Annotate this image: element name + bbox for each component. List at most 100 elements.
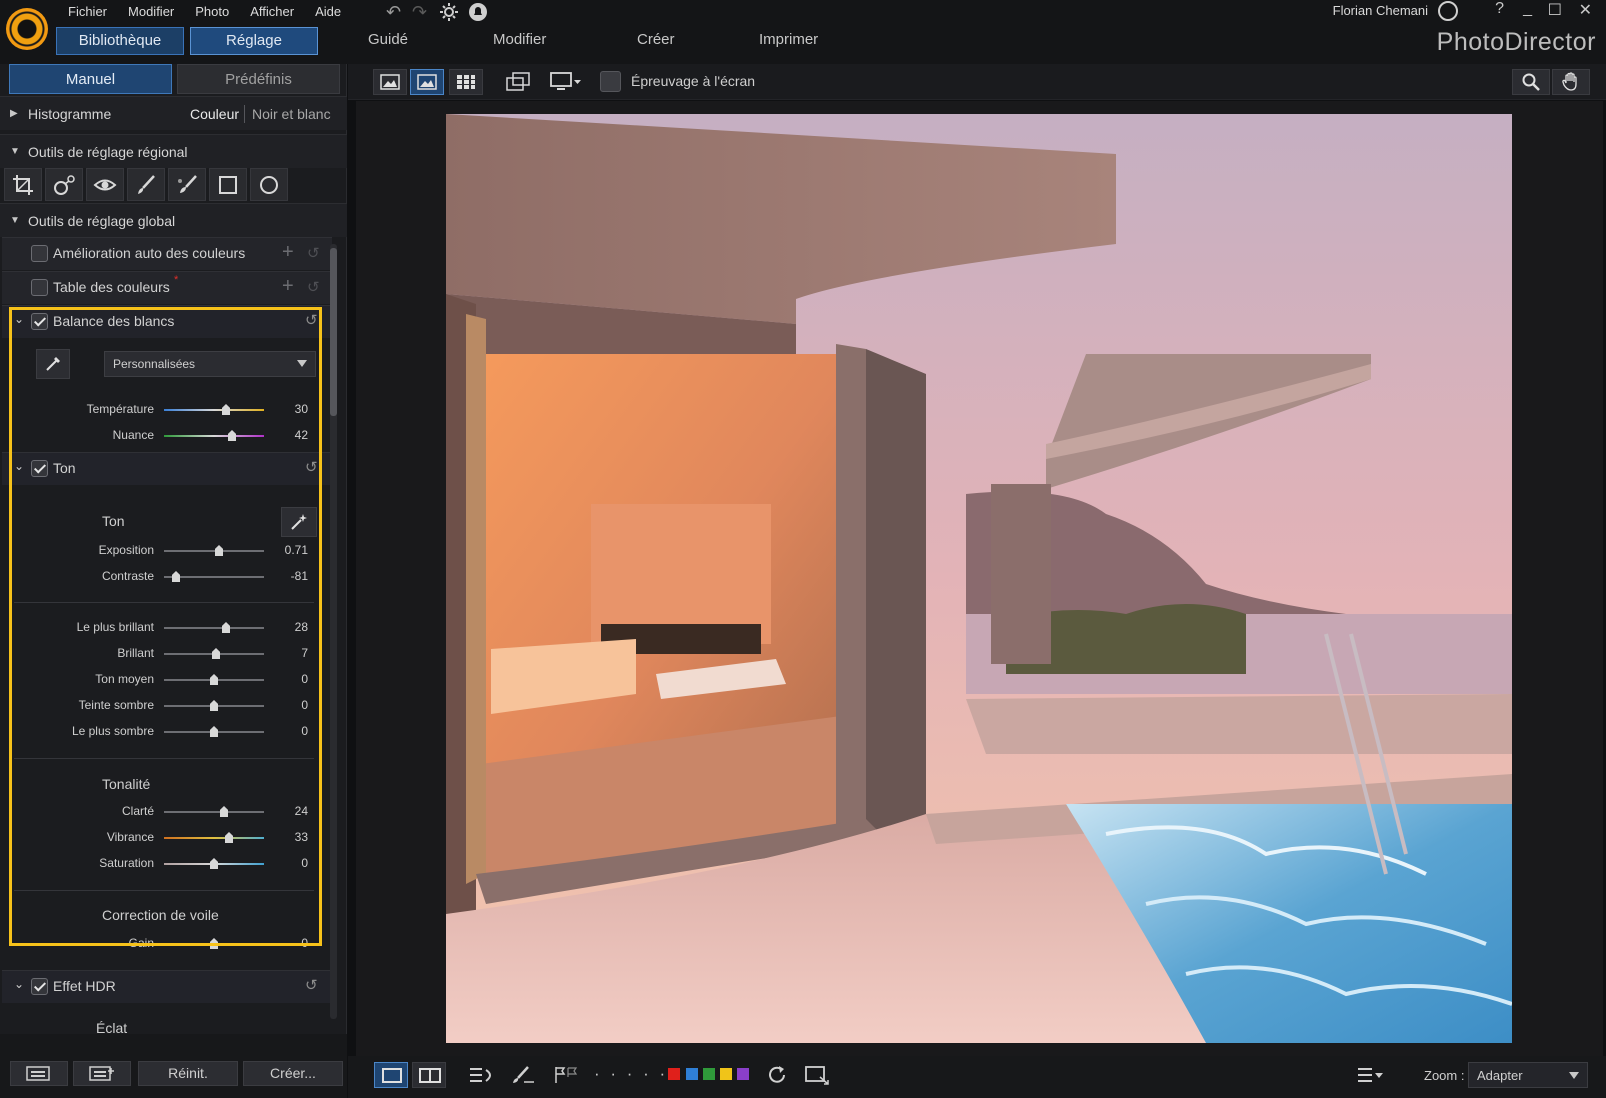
maximize-icon[interactable]: ☐ (1548, 0, 1562, 20)
color-label-red[interactable] (668, 1068, 680, 1080)
user-avatar-icon[interactable] (1438, 1, 1458, 21)
reset-icon[interactable]: ↺ (307, 278, 320, 296)
expand-triangle-icon: ▶ (10, 108, 18, 119)
gradient-brush-tool[interactable] (168, 168, 206, 201)
tab-manual[interactable]: Manuel (9, 64, 172, 94)
copy-settings-button[interactable] (10, 1061, 68, 1086)
global-tools-header[interactable]: ▼ Outils de réglage global (0, 203, 347, 237)
zoom-select[interactable]: Adapter (1468, 1062, 1588, 1088)
chevron-down-icon (1569, 1072, 1579, 1079)
regional-tools-bar (4, 168, 288, 202)
minimize-icon[interactable]: _ (1523, 0, 1532, 18)
eye-icon (93, 179, 117, 190)
regional-tools-header[interactable]: ▼ Outils de réglage régional (0, 134, 347, 168)
collapse-triangle-icon: ▼ (10, 146, 20, 157)
circle-mask-icon (260, 175, 278, 194)
rating-stars[interactable]: · · · · · (594, 1064, 668, 1084)
mode-library-tab[interactable]: Bibliothèque (56, 27, 184, 55)
view-loupe-button[interactable] (410, 69, 444, 95)
fit-screen-icon[interactable] (804, 1064, 830, 1086)
menu-photo[interactable]: Photo (195, 0, 238, 24)
reset-icon[interactable]: ↺ (305, 976, 318, 994)
section-print[interactable]: Imprimer (759, 31, 818, 48)
color-table-label: Table des couleurs (53, 279, 170, 295)
compare-view-icon[interactable] (505, 71, 531, 93)
crop-tool[interactable] (4, 168, 42, 201)
soft-proof-checkbox[interactable] (600, 71, 621, 92)
history-list-icon[interactable] (468, 1064, 496, 1086)
settings-gear-icon[interactable] (440, 3, 458, 21)
photo-canvas[interactable] (446, 114, 1512, 1043)
histogram-header[interactable]: ▶ Histogramme Couleur Noir et blanc (0, 96, 347, 130)
hdr-label: Effet HDR (53, 978, 116, 994)
menu-aide[interactable]: Aide (315, 0, 350, 24)
crop-icon (13, 174, 33, 195)
app-title: PhotoDirector (1436, 28, 1596, 56)
before-after-view-button[interactable] (412, 1062, 446, 1088)
title-bar: Fichier Modifier Photo Afficher Aide ↶ ↷… (0, 0, 1606, 64)
tool-row-auto-color: Amélioration auto des couleurs + ↺ (2, 237, 332, 270)
panel-scroll-thumb[interactable] (330, 248, 337, 416)
sort-menu-icon[interactable] (1356, 1066, 1384, 1084)
color-label-purple[interactable] (737, 1068, 749, 1080)
histogram-color-toggle[interactable]: Couleur (190, 106, 239, 122)
soft-proof-label: Épreuvage à l'écran (631, 73, 756, 89)
view-single-button[interactable] (373, 69, 407, 95)
close-icon[interactable]: ✕ (1579, 0, 1592, 20)
grid-view-icon (457, 75, 475, 89)
zoom-value: Adapter (1477, 1068, 1523, 1083)
red-eye-tool[interactable] (86, 168, 124, 201)
section-guided[interactable]: Guidé (368, 31, 408, 48)
color-table-checkbox[interactable] (31, 279, 48, 296)
help-icon[interactable]: ? (1495, 0, 1504, 18)
rotate-icon[interactable] (766, 1064, 788, 1086)
paste-settings-button[interactable] (73, 1061, 131, 1086)
user-name[interactable]: Florian Chemani (1333, 3, 1428, 18)
zoom-tool-button[interactable] (1512, 69, 1550, 95)
display-monitor-icon[interactable] (550, 71, 582, 93)
redo-icon[interactable]: ↷ (412, 2, 427, 23)
flag-icon[interactable] (553, 1065, 579, 1085)
hdr-header[interactable]: ⌄ Effet HDR ↺ (2, 970, 332, 1003)
single-view-icon (380, 74, 400, 90)
mode-adjust-tab[interactable]: Réglage (190, 27, 318, 55)
section-create[interactable]: Créer (637, 31, 675, 48)
create-preset-button[interactable]: Créer... (243, 1061, 343, 1086)
menu-afficher[interactable]: Afficher (250, 0, 303, 24)
section-edit[interactable]: Modifier (493, 31, 546, 48)
tab-presets[interactable]: Prédéfinis (177, 64, 340, 94)
radial-filter-tool[interactable] (250, 168, 288, 201)
linear-gradient-tool[interactable] (209, 168, 247, 201)
collapse-triangle-icon: ▼ (10, 215, 20, 226)
add-icon[interactable]: + (282, 241, 294, 264)
menu-fichier[interactable]: Fichier (68, 0, 116, 24)
notification-bell-icon[interactable] (468, 2, 488, 22)
spot-removal-tool[interactable] (45, 168, 83, 201)
spot-removal-icon (54, 174, 75, 195)
histogram-bw-toggle[interactable]: Noir et blanc (252, 106, 331, 122)
reset-button[interactable]: Réinit. (138, 1061, 238, 1086)
add-icon[interactable]: + (282, 275, 294, 298)
global-tools-label: Outils de réglage global (28, 213, 176, 229)
loupe-view-icon (417, 74, 437, 90)
single-photo-view-button[interactable] (374, 1062, 408, 1088)
edit-brush-icon[interactable] (510, 1064, 536, 1086)
undo-icon[interactable]: ↶ (386, 2, 401, 23)
single-frame-icon (382, 1068, 402, 1083)
color-label-yellow[interactable] (720, 1068, 732, 1080)
divider (244, 105, 245, 123)
hand-tool-button[interactable] (1552, 69, 1590, 95)
menu-bar: Fichier Modifier Photo Afficher Aide (68, 0, 362, 24)
menu-modifier[interactable]: Modifier (128, 0, 183, 24)
app-logo-icon[interactable] (6, 8, 48, 50)
magnifier-icon (1522, 73, 1540, 91)
brush-icon (138, 174, 155, 194)
reset-icon[interactable]: ↺ (307, 244, 320, 262)
brush-tool[interactable] (127, 168, 165, 201)
auto-color-checkbox[interactable] (31, 245, 48, 262)
view-grid-button[interactable] (449, 69, 483, 95)
color-label-green[interactable] (703, 1068, 715, 1080)
hdr-checkbox[interactable] (31, 978, 48, 995)
color-label-blue[interactable] (686, 1068, 698, 1080)
histogram-label: Histogramme (28, 106, 112, 122)
